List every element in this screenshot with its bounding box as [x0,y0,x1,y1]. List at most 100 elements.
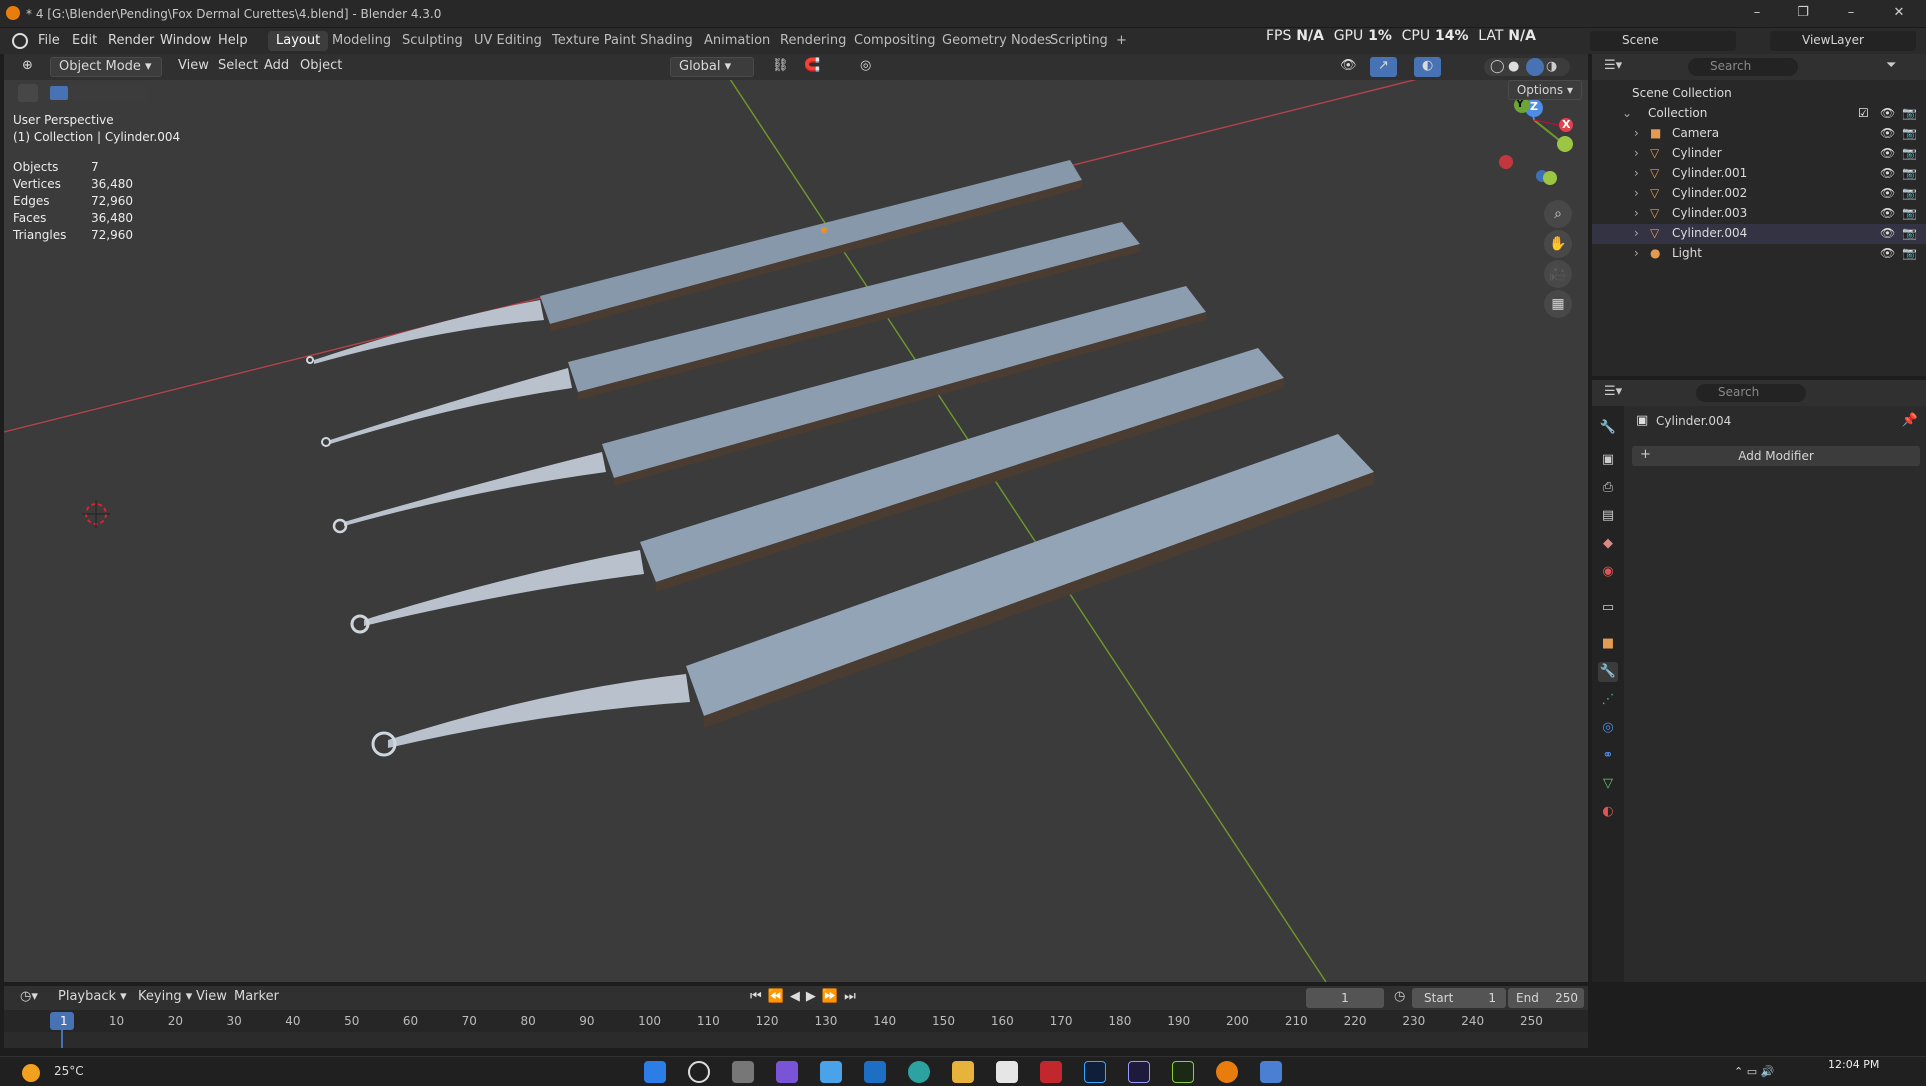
tab-sculpting[interactable]: Sculpting [394,31,471,51]
maximize-button[interactable] [1826,2,1872,26]
weather-temp[interactable]: 25°C [54,1064,84,1078]
outliner-search[interactable]: Search [1688,58,1798,76]
visibility-eye-icon[interactable]: 👁 [1880,206,1895,220]
menu-add[interactable]: Add [256,57,297,77]
tab-modeling[interactable]: Modeling [324,31,399,51]
perspective-toggle-icon[interactable]: ▦ [1544,290,1572,318]
store-icon[interactable] [820,1061,842,1083]
properties-search[interactable]: Search [1696,384,1806,402]
menu-window[interactable]: Window [154,32,217,49]
visibility-eye-icon[interactable]: 👁 [1880,166,1895,180]
notepad-icon[interactable] [996,1061,1018,1083]
options-dropdown[interactable]: Options ▾ [1507,80,1582,100]
zoom-icon[interactable]: ⌕ [1544,200,1572,228]
start-frame-field[interactable]: Start 1 [1412,988,1506,1008]
tool-tab-icon[interactable]: 🔧 [1598,418,1618,438]
render-camera-icon[interactable]: 📷 [1902,146,1917,160]
menu-file[interactable]: File [32,32,66,49]
window-minimize[interactable]: – [1734,2,1780,26]
collection-tab-icon[interactable]: ▭ [1598,598,1618,618]
blender-menu-icon[interactable] [12,33,28,49]
outliner-item-light[interactable]: › ● Light [1592,244,1926,264]
view-layer-tab-icon[interactable]: ▤ [1598,506,1618,526]
editor-type-icon[interactable]: ⊕ [14,57,44,77]
mode-dropdown[interactable]: Object Mode ▾ [50,57,162,77]
weather-icon[interactable] [22,1064,40,1082]
rendered-shading-icon[interactable]: ◑ [1546,59,1557,74]
visibility-eye-icon[interactable]: 👁 [1880,246,1895,260]
world-tab-icon[interactable]: ◉ [1598,562,1618,582]
photoshop-icon[interactable] [1084,1061,1106,1083]
filter-icon[interactable]: ⏷ [1886,58,1896,73]
collection-visibility-checkbox[interactable]: ☑ [1858,106,1869,120]
shading-modes[interactable]: ◯ ● ◑ [1484,58,1570,76]
blender-taskbar-icon[interactable] [1216,1061,1238,1083]
snap-icon[interactable]: 🧲 [796,57,828,77]
app2-icon[interactable] [1260,1061,1282,1083]
clock-time[interactable]: 12:04 PM [1828,1058,1879,1071]
outliner-item-cylinder-002[interactable]: › ▽ Cylinder.002 [1592,184,1926,204]
pivot-icon[interactable]: ⛓ [764,57,797,77]
app-icon[interactable] [1040,1061,1062,1083]
3d-viewport[interactable]: Y Z X Options ▾ User Perspective (1) Col… [4,80,1588,982]
edge-icon[interactable] [908,1061,930,1083]
modifier-tab-icon[interactable]: 🔧 [1598,662,1618,682]
add-modifier-button[interactable]: + Add Modifier [1632,446,1920,466]
particles-tab-icon[interactable]: ⋰ [1598,690,1618,710]
proportional-edit-icon[interactable]: ◎ [852,57,879,77]
explorer-icon[interactable] [952,1061,974,1083]
render-camera-icon[interactable]: 📷 [1902,226,1917,240]
tab-uv-editing[interactable]: UV Editing [466,31,550,51]
search-icon[interactable] [688,1061,710,1083]
frame-ruler[interactable]: 1 10 20 30 40 50 60 70 80 90 100 110 120 130 140 150 160… [4,1010,1588,1048]
properties-editor-icon[interactable]: ☰▾ [1604,384,1622,399]
outliner-item-cylinder[interactable]: › ▽ Cylinder [1592,144,1926,164]
render-camera-icon[interactable]: 📷 [1902,206,1917,220]
render-camera-icon[interactable]: 📷 [1902,246,1917,260]
visibility-eye-icon[interactable]: 👁 [1880,186,1895,200]
scene-selector[interactable]: Scene [1590,31,1736,51]
playback-menu[interactable]: Playback ▾ [50,988,135,1008]
tab-animation[interactable]: Animation [696,31,778,51]
viewport-scene[interactable] [4,80,1588,982]
material-shading-icon[interactable] [1526,58,1544,76]
constraints-tab-icon[interactable]: ⚭ [1598,746,1618,766]
painter-icon[interactable] [1172,1061,1194,1083]
data-tab-icon[interactable]: ▽ [1598,774,1618,794]
outliner-collection[interactable]: ⌄ Collection ☑ [1592,104,1926,124]
render-camera-icon[interactable]: 📷 [1902,126,1917,140]
visibility-eye-icon[interactable]: 👁 [1880,126,1895,140]
gizmo-toggle-icon[interactable]: ↗ [1370,57,1397,77]
solid-shading-icon[interactable]: ● [1508,59,1519,74]
visibility-eye-icon[interactable]: 👁 [1880,106,1895,120]
outliner-item-camera[interactable]: › ■ Camera [1592,124,1926,144]
window-restore[interactable]: ❐ [1780,2,1826,26]
camera-view-icon[interactable]: 🎥 [1544,260,1572,288]
view-layer-selector[interactable]: ViewLayer [1770,31,1916,51]
outliner-item-cylinder-003[interactable]: › ▽ Cylinder.003 [1592,204,1926,224]
start-icon[interactable] [644,1061,666,1083]
copilot-icon[interactable] [776,1061,798,1083]
outliner-scene-collection[interactable]: Scene Collection [1592,84,1926,104]
tab-shading[interactable]: Shading [632,31,701,51]
tab-texture-paint[interactable]: Texture Paint [544,31,644,51]
overlay-toggle-icon[interactable]: ◐ [1414,57,1442,77]
tab-rendering[interactable]: Rendering [772,31,854,51]
outlook-icon[interactable] [864,1061,886,1083]
render-camera-icon[interactable]: 📷 [1902,166,1917,180]
timeline-editor-icon[interactable]: ◷▾ [12,988,46,1008]
tab-scripting[interactable]: Scripting [1042,31,1116,51]
menu-edit[interactable]: Edit [66,32,103,49]
current-frame-field[interactable]: 1 [1306,988,1384,1008]
pin-icon[interactable]: 📌 [1902,413,1918,428]
tab-geometry-nodes[interactable]: Geometry Nodes [934,31,1060,51]
menu-render[interactable]: Render [102,32,160,49]
physics-tab-icon[interactable]: ◎ [1598,718,1618,738]
menu-object[interactable]: Object [292,57,350,77]
output-tab-icon[interactable]: ⎙ [1598,478,1618,498]
wireframe-shading-icon[interactable]: ◯ [1490,59,1505,74]
material-tab-icon[interactable]: ◐ [1598,802,1618,822]
object-tab-icon[interactable]: ■ [1598,634,1618,654]
outliner-editor-icon[interactable]: ☰▾ [1604,58,1622,73]
tab-compositing[interactable]: Compositing [846,31,944,51]
